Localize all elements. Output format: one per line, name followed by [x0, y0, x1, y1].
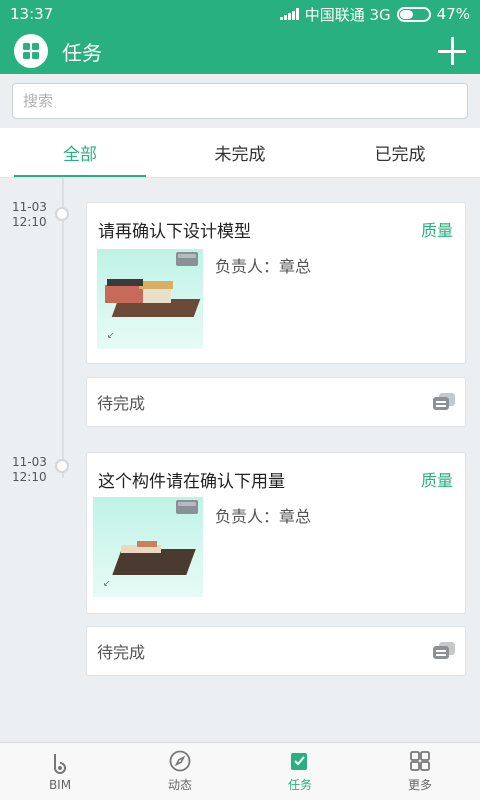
model-thumbnail[interactable]: ↙: [93, 497, 203, 597]
more-icon: [410, 751, 430, 771]
task-card[interactable]: 这个构件请在确认下用量 质量 ↙ 负责人：章总: [86, 452, 466, 614]
status-bar: 13:37 中国联通 3G 47%: [0, 0, 480, 28]
timeline-line: [62, 178, 64, 478]
task-date: 11-03 12:10: [12, 200, 47, 230]
filter-tabs: 全部 未完成 已完成: [0, 128, 480, 178]
task-status-row[interactable]: 待完成: [86, 377, 466, 427]
task-category-tag: 质量: [420, 471, 453, 490]
bim-icon: [54, 753, 66, 774]
model-thumbnail[interactable]: ↙: [97, 249, 203, 349]
model-cube-icon: [176, 252, 198, 266]
tab-incomplete[interactable]: 未完成: [160, 128, 320, 177]
grid-icon: [23, 43, 39, 59]
nav-label: 任务: [287, 778, 312, 792]
page-title: 任务: [62, 40, 102, 65]
nav-label: BIM: [48, 777, 72, 792]
task-date: 11-03 12:10: [12, 455, 47, 485]
compass-icon: [169, 750, 191, 772]
nav-label: 动态: [167, 778, 192, 792]
add-task-button[interactable]: [438, 37, 466, 65]
tab-all[interactable]: 全部: [0, 128, 160, 177]
menu-grid-button[interactable]: [14, 34, 48, 68]
status-battery: 47%: [436, 5, 470, 23]
nav-bim[interactable]: BIM: [0, 743, 120, 800]
task-date-day: 11-03: [12, 455, 47, 469]
search-bar: [0, 74, 480, 128]
nav-more[interactable]: 更多: [360, 743, 480, 800]
task-status: 待完成: [97, 643, 146, 662]
signal-icon: [279, 8, 299, 20]
status-carrier: 中国联通 3G: [304, 5, 391, 24]
task-icon: [291, 753, 307, 770]
comment-icon[interactable]: [433, 393, 455, 411]
axis-indicator-icon: ↙: [103, 579, 111, 589]
task-card[interactable]: 请再确认下设计模型 质量 ↙ 负责人：章总: [86, 202, 466, 364]
axis-indicator-icon: ↙: [107, 331, 115, 341]
bottom-nav: BIM 动态 任务 更多: [0, 742, 480, 800]
status-time: 13:37: [10, 5, 54, 23]
task-category-tag: 质量: [420, 221, 453, 240]
comment-icon[interactable]: [433, 642, 455, 660]
timeline-dot: [55, 459, 69, 473]
model-cube-icon: [176, 500, 198, 514]
task-title: 请再确认下设计模型: [98, 222, 251, 242]
task-assignee: 负责人：章总: [215, 257, 312, 276]
app-bar: 任务: [0, 28, 480, 74]
tab-completed[interactable]: 已完成: [320, 128, 480, 177]
battery-icon: [396, 6, 431, 22]
timeline-dot: [55, 207, 69, 221]
task-date-time: 12:10: [12, 215, 47, 229]
task-date-time: 12:10: [12, 470, 47, 484]
task-status-row[interactable]: 待完成: [86, 626, 466, 676]
nav-tasks[interactable]: 任务: [240, 743, 360, 800]
task-assignee: 负责人：章总: [215, 507, 312, 526]
task-title: 这个构件请在确认下用量: [98, 472, 285, 492]
task-status: 待完成: [97, 394, 146, 413]
nav-label: 更多: [407, 778, 432, 792]
nav-activity[interactable]: 动态: [120, 743, 240, 800]
task-date-day: 11-03: [12, 200, 47, 214]
search-input[interactable]: [12, 83, 468, 119]
